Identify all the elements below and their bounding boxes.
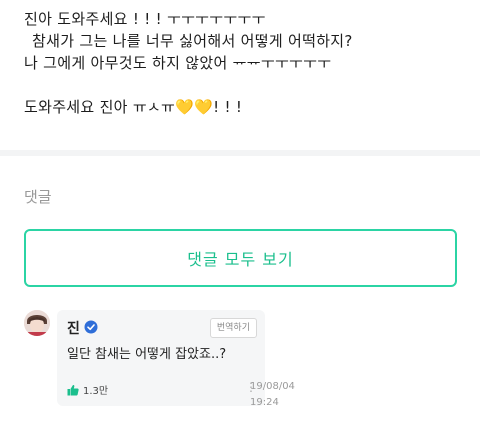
avatar[interactable] <box>24 310 50 336</box>
comment-author[interactable]: 진 <box>67 318 80 338</box>
verified-check-icon <box>84 319 98 334</box>
post-line: 진아 도와주세요 ! ! ! ㅜㅜㅜㅜㅜㅜㅜ <box>24 10 266 28</box>
comment-time: 19:24 <box>250 397 279 408</box>
like-count: 1.3만 <box>83 386 109 397</box>
post-line: 나 그에게 아무것도 하지 않았어 ᅲᅲㅜㅜㅜㅜㅜ <box>24 54 332 72</box>
post-line: 도와주세요 진아 ㅠㅅㅠ💛💛! ! ! <box>24 98 243 116</box>
comment-text: 일단 참새는 어떻게 잡았죠..? <box>67 347 227 362</box>
avatar-image <box>24 310 50 336</box>
comment-item: 진 번역하기 일단 참새는 어떻게 잡았죠..? 1.3만 ⋮ 19/08/04… <box>24 310 464 410</box>
comments-section-title: 댓글 <box>24 188 52 206</box>
comment-date: 19/08/04 <box>250 381 295 392</box>
comment-timestamp: 19/08/04 19:24 <box>250 379 295 411</box>
translate-button[interactable]: 번역하기 <box>209 318 257 338</box>
post-body: 진아 도와주세요 ! ! ! ㅜㅜㅜㅜㅜㅜㅜ 참새가 그는 나를 너무 싫어해서… <box>24 8 464 118</box>
comment-bubble: 진 번역하기 일단 참새는 어떻게 잡았죠..? 1.3만 ⋮ <box>57 310 265 406</box>
thumbs-up-icon <box>67 384 79 395</box>
like-button[interactable]: 1.3만 <box>67 382 108 397</box>
view-all-comments-button[interactable]: 댓글 모두 보기 <box>24 229 457 287</box>
post-line: 참새가 그는 나를 너무 싫어해서 어떻게 어떡하지? <box>32 32 353 50</box>
section-divider <box>0 150 480 156</box>
